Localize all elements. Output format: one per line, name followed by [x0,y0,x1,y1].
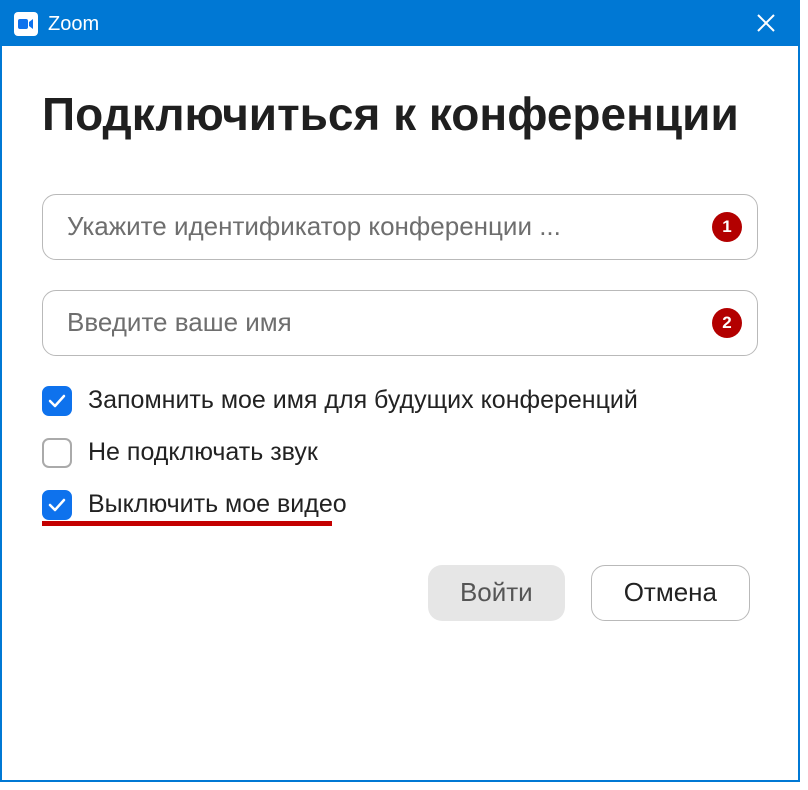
meeting-id-row: 1 [42,194,758,260]
options-group: Запомнить мое имя для будущих конференци… [42,386,758,520]
cancel-button[interactable]: Отмена [591,565,750,621]
remember-name-label: Запомнить мое имя для будущих конференци… [88,386,638,415]
close-icon[interactable] [746,7,786,41]
zoom-logo-icon [14,12,38,36]
remember-name-checkbox[interactable] [42,386,72,416]
zoom-join-window: Zoom Подключиться к конференции 1 2 Запо… [0,0,800,782]
dialog-buttons: Войти Отмена [42,565,758,621]
name-row: 2 [42,290,758,356]
dialog-content: Подключиться к конференции 1 2 Запомнить… [2,46,798,651]
disable-video-row: Выключить мое видео [42,490,758,520]
remember-name-row: Запомнить мое имя для будущих конференци… [42,386,758,416]
no-audio-row: Не подключать звук [42,438,758,468]
annotation-badge-1: 1 [712,212,742,242]
highlight-underline [42,521,332,526]
meeting-id-input[interactable] [42,194,758,260]
window-title: Zoom [48,13,746,36]
annotation-badge-2: 2 [712,308,742,338]
no-audio-label: Не подключать звук [88,438,318,467]
name-input[interactable] [42,290,758,356]
page-title: Подключиться к конференции [42,86,758,144]
disable-video-checkbox[interactable] [42,490,72,520]
disable-video-label: Выключить мое видео [88,490,347,519]
join-button[interactable]: Войти [428,565,565,621]
titlebar: Zoom [2,2,798,46]
no-audio-checkbox[interactable] [42,438,72,468]
